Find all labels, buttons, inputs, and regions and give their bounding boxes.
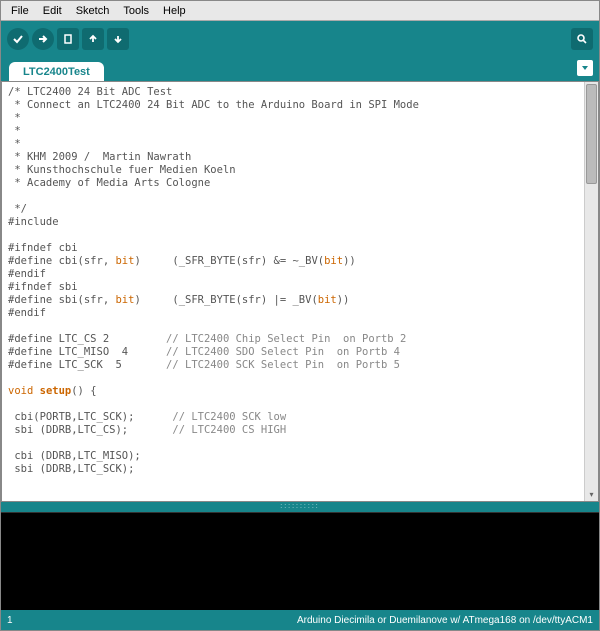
check-icon	[12, 33, 24, 45]
status-board-info: Arduino Diecimila or Duemilanove w/ ATme…	[297, 615, 593, 626]
upload-button[interactable]	[32, 28, 54, 50]
save-button[interactable]	[107, 28, 129, 50]
verify-button[interactable]	[7, 28, 29, 50]
arrow-down-icon	[112, 33, 124, 45]
menu-sketch[interactable]: Sketch	[70, 3, 116, 19]
menu-tools[interactable]: Tools	[117, 3, 155, 19]
pane-splitter[interactable]: ::::::::::	[1, 502, 599, 512]
code-editor[interactable]: /* LTC2400 24 Bit ADC Test * Connect an …	[2, 82, 584, 501]
tab-menu-button[interactable]	[577, 60, 593, 76]
arrow-up-icon	[87, 33, 99, 45]
arrow-right-icon	[37, 33, 49, 45]
magnifier-icon	[576, 33, 588, 45]
file-icon	[62, 33, 74, 45]
menu-file[interactable]: File	[5, 3, 35, 19]
status-line-number: 1	[7, 615, 13, 626]
tab-active[interactable]: LTC2400Test	[9, 62, 104, 81]
editor-scrollbar[interactable]: ▾	[584, 82, 598, 501]
menu-help[interactable]: Help	[157, 3, 192, 19]
editor-area: /* LTC2400 24 Bit ADC Test * Connect an …	[1, 81, 599, 502]
console-output	[1, 512, 599, 610]
tab-bar: LTC2400Test	[1, 57, 599, 81]
scroll-down-arrow[interactable]: ▾	[585, 487, 598, 501]
menu-bar: File Edit Sketch Tools Help	[1, 1, 599, 21]
chevron-down-icon	[580, 63, 590, 73]
status-bar: 1 Arduino Diecimila or Duemilanove w/ AT…	[1, 610, 599, 630]
toolbar	[1, 21, 599, 57]
open-button[interactable]	[82, 28, 104, 50]
new-button[interactable]	[57, 28, 79, 50]
serial-monitor-button[interactable]	[571, 28, 593, 50]
scroll-thumb[interactable]	[586, 84, 597, 184]
menu-edit[interactable]: Edit	[37, 3, 68, 19]
